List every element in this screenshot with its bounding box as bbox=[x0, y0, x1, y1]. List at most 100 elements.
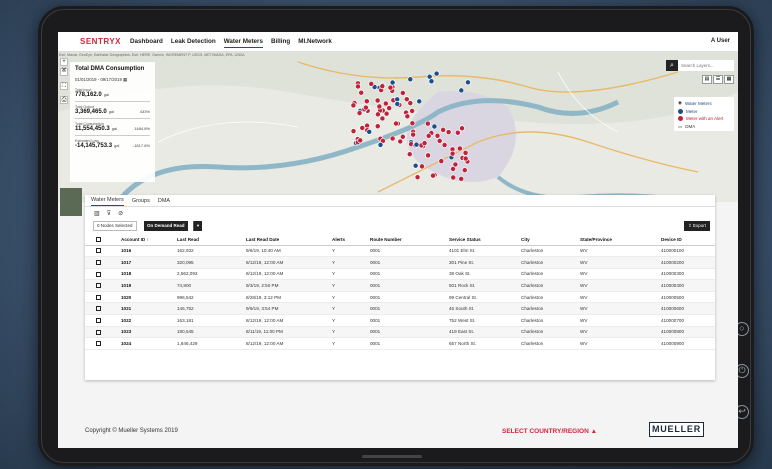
nav-mi-network[interactable]: MI.Network bbox=[298, 36, 332, 47]
row-checkbox[interactable] bbox=[96, 329, 101, 335]
meter-marker[interactable] bbox=[425, 152, 432, 159]
layers-icon[interactable]: ▤ bbox=[702, 75, 712, 84]
search-input[interactable] bbox=[678, 60, 734, 71]
meter-marker[interactable] bbox=[454, 129, 461, 136]
meter-marker[interactable] bbox=[421, 140, 428, 147]
columns-icon[interactable]: ▥ bbox=[94, 210, 100, 217]
meter-marker[interactable] bbox=[462, 155, 469, 162]
col-city[interactable]: City bbox=[519, 234, 578, 246]
mueller-logo[interactable]: MUELLER bbox=[649, 422, 704, 437]
table-row[interactable]: 1017 320,095 8/12/19, 12:00 AM Y 0001 301 Pin… bbox=[85, 256, 715, 269]
meter-marker[interactable] bbox=[393, 120, 399, 127]
meter-marker[interactable] bbox=[458, 87, 465, 94]
satellite-map[interactable]: Esri, Maxar, GeoEye, Earthstar Geographi… bbox=[58, 52, 738, 202]
table-row[interactable]: 1023 180,545 8/11/19, 11:00 PM Y 0001 419 Eas… bbox=[85, 326, 715, 339]
meter-marker[interactable] bbox=[428, 78, 435, 85]
nav-dashboard[interactable]: Dashboard bbox=[130, 36, 163, 47]
sentryx-logo[interactable]: SENTRYX bbox=[80, 37, 121, 46]
meter-marker[interactable] bbox=[404, 113, 411, 120]
meter-marker[interactable] bbox=[382, 100, 389, 107]
table-row[interactable]: 1019 74,800 9/3/19, 2:50 PM Y 0001 501 Rock S… bbox=[85, 279, 715, 292]
col-state[interactable]: State/Province bbox=[578, 234, 659, 246]
meter-marker[interactable] bbox=[462, 149, 469, 156]
clear-filter-icon[interactable]: ⊘ bbox=[118, 210, 123, 217]
meter-marker[interactable] bbox=[412, 162, 419, 169]
meter-marker[interactable] bbox=[438, 158, 445, 165]
col-route-number[interactable]: Route Number bbox=[368, 234, 447, 246]
row-checkbox[interactable] bbox=[96, 260, 101, 266]
meter-marker[interactable] bbox=[464, 79, 471, 86]
col-device-id[interactable]: Device ID bbox=[659, 234, 715, 246]
meter-marker[interactable] bbox=[416, 98, 423, 105]
select-all-checkbox[interactable] bbox=[96, 236, 101, 242]
eye-icon[interactable]: ◉ bbox=[678, 100, 682, 106]
meter-marker[interactable] bbox=[389, 135, 396, 142]
meter-marker[interactable] bbox=[445, 129, 452, 136]
meter-marker[interactable] bbox=[374, 123, 381, 130]
meter-marker[interactable] bbox=[410, 131, 417, 138]
col-alerts[interactable]: Alerts bbox=[330, 234, 368, 246]
meter-marker[interactable] bbox=[431, 123, 438, 130]
meter-marker[interactable] bbox=[389, 79, 396, 86]
basemap-thumbnail[interactable] bbox=[60, 188, 82, 216]
col-last-read[interactable]: Last Read bbox=[175, 234, 244, 246]
meter-marker[interactable] bbox=[359, 125, 366, 131]
meter-marker[interactable] bbox=[350, 128, 357, 135]
meter-marker[interactable] bbox=[377, 141, 384, 148]
meter-marker[interactable] bbox=[362, 104, 369, 111]
tab-dma[interactable]: DMA bbox=[158, 196, 170, 206]
meter-marker[interactable] bbox=[450, 174, 457, 181]
meter-marker[interactable] bbox=[397, 138, 404, 145]
meter-marker[interactable] bbox=[350, 102, 357, 109]
meter-marker[interactable] bbox=[424, 120, 431, 127]
meter-marker[interactable] bbox=[357, 137, 364, 144]
meter-marker[interactable] bbox=[386, 105, 393, 112]
meter-marker[interactable] bbox=[449, 150, 456, 157]
tab-groups[interactable]: Groups bbox=[132, 196, 150, 206]
meter-marker[interactable] bbox=[366, 128, 373, 135]
tab-water-meters[interactable]: Water Meters bbox=[91, 195, 124, 206]
meter-marker[interactable] bbox=[409, 108, 416, 114]
region-select[interactable]: SELECT COUNTRY/REGION ▲ bbox=[502, 428, 597, 435]
fullscreen-icon[interactable]: ⛶ bbox=[60, 82, 68, 90]
meter-marker[interactable] bbox=[368, 80, 375, 87]
nav-billing[interactable]: Billing bbox=[271, 36, 290, 47]
row-checkbox[interactable] bbox=[96, 341, 101, 347]
nav-leak-detection[interactable]: Leak Detection bbox=[171, 36, 216, 47]
table-row[interactable]: 1018 2,562,093 8/12/19, 12:00 AM Y 0001 38 Oa… bbox=[85, 268, 715, 281]
zoom-in-button[interactable]: + bbox=[60, 58, 68, 66]
list-icon[interactable]: ☰ bbox=[713, 75, 723, 84]
meter-marker[interactable] bbox=[379, 83, 386, 90]
meter-marker[interactable] bbox=[399, 90, 406, 96]
meter-marker[interactable] bbox=[363, 98, 370, 105]
grid-icon[interactable]: ▦ bbox=[724, 75, 734, 84]
meter-marker[interactable] bbox=[376, 103, 383, 110]
close-icon[interactable]: ✕ bbox=[61, 66, 67, 74]
meter-marker[interactable] bbox=[379, 115, 386, 122]
chevron-down-icon[interactable]: ▼ bbox=[193, 221, 202, 231]
meter-marker[interactable] bbox=[434, 132, 441, 139]
meter-marker[interactable] bbox=[413, 141, 420, 148]
meter-marker[interactable] bbox=[355, 83, 361, 90]
nav-water-meters[interactable]: Water Meters bbox=[223, 36, 263, 48]
row-checkbox[interactable] bbox=[96, 294, 101, 300]
meter-marker[interactable] bbox=[458, 175, 465, 182]
filter-icon[interactable]: ⊽ bbox=[107, 210, 111, 217]
meter-marker[interactable] bbox=[387, 84, 394, 91]
row-checkbox[interactable] bbox=[96, 306, 101, 312]
user-menu[interactable]: A User bbox=[711, 38, 730, 44]
on-demand-read-button[interactable]: On Demand Read bbox=[144, 221, 188, 231]
meter-marker[interactable] bbox=[407, 76, 414, 83]
col-service-status[interactable]: Service Status bbox=[447, 234, 519, 246]
meter-marker[interactable] bbox=[459, 125, 465, 132]
meter-marker[interactable] bbox=[430, 172, 436, 179]
col-account-id[interactable]: Account ID ↑ bbox=[119, 234, 175, 246]
col-last-read-date[interactable]: Last Read Date bbox=[244, 234, 330, 246]
date-range[interactable]: 01/01/2019 - 09/17/2019 ▦ bbox=[75, 77, 150, 83]
table-row[interactable]: 1020 996,542 8/28/19, 3:12 PM Y 0001 99 Centr… bbox=[85, 291, 715, 304]
meter-marker[interactable] bbox=[406, 151, 413, 158]
search-icon[interactable]: ⌕ bbox=[666, 60, 678, 71]
meter-marker[interactable] bbox=[425, 132, 432, 139]
meter-marker[interactable] bbox=[394, 101, 401, 107]
table-row[interactable]: 1021 146,752 9/9/19, 3:54 PM Y 0001 45 South … bbox=[85, 302, 715, 316]
